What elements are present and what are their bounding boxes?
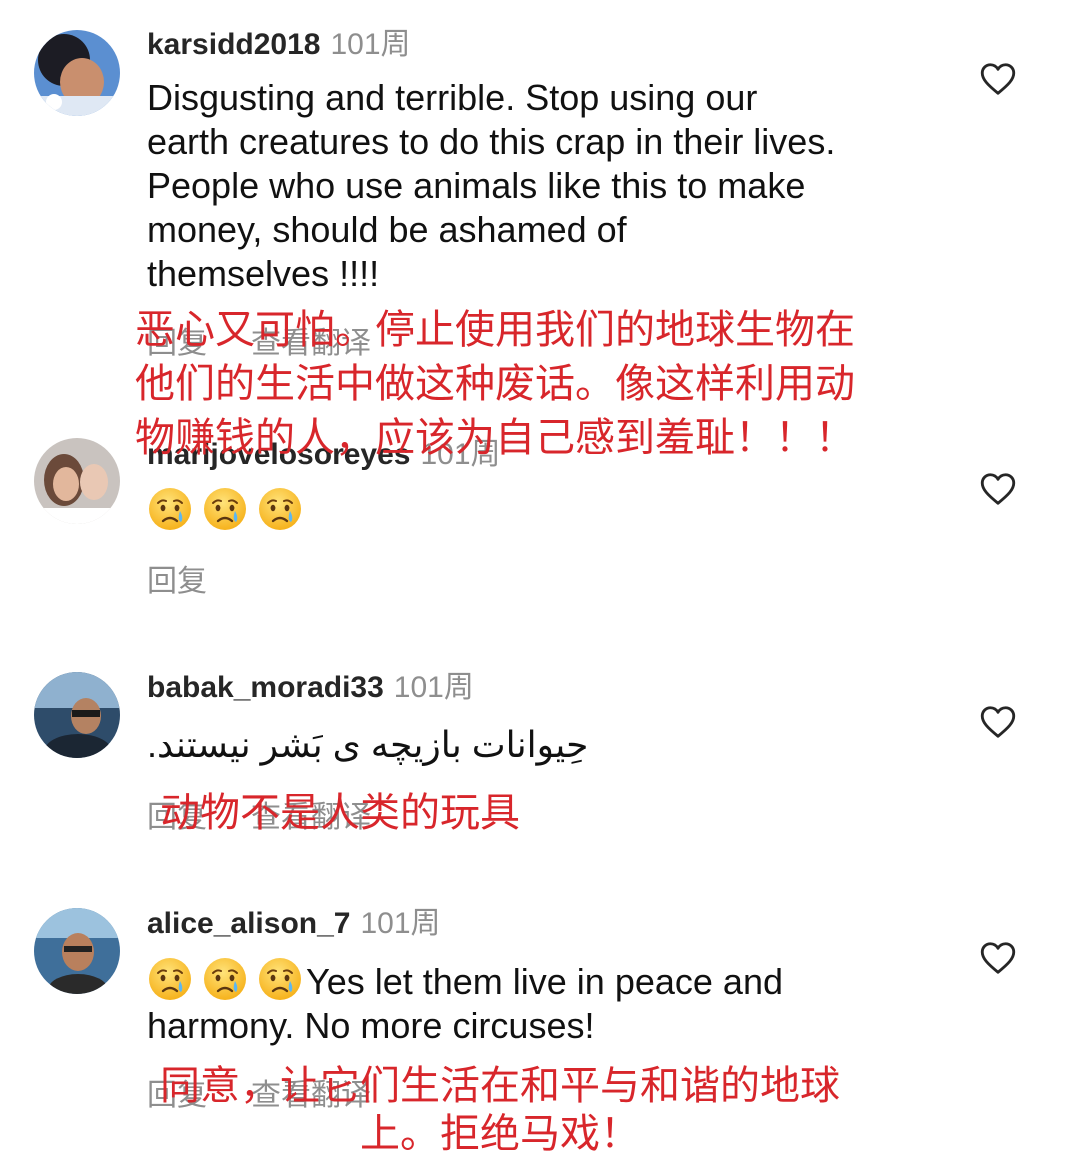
comment-text: Yes let them live in peace and harmony. …	[147, 956, 937, 1048]
username[interactable]: karsidd2018	[147, 28, 320, 61]
crying-face-icon	[257, 956, 303, 1002]
translation-overlay: 同意，让它们生活在和平与和谐的地球 上。拒绝马戏！	[160, 1063, 840, 1157]
username[interactable]: babak_moradi33	[147, 671, 384, 704]
username[interactable]: alice_alison_7	[147, 907, 350, 940]
translation-overlay: 恶心又可怕。停止使用我们的地球生物在 他们的生活中做这种废话。像这样利用动 物赚…	[135, 307, 855, 461]
timestamp: 101周	[360, 907, 441, 940]
heart-icon[interactable]	[980, 62, 1016, 96]
avatar[interactable]	[34, 672, 120, 758]
translation-overlay: 动物不是人类的玩具	[160, 790, 520, 836]
timestamp: 101周	[330, 28, 411, 61]
comment-text	[147, 486, 937, 534]
heart-icon[interactable]	[980, 472, 1016, 506]
comment-text: Disgusting and terrible. Stop using our …	[147, 77, 836, 294]
crying-face-icon	[202, 956, 248, 1002]
heart-icon[interactable]	[980, 941, 1016, 975]
avatar[interactable]	[34, 30, 120, 116]
timestamp: 101周	[393, 671, 474, 704]
crying-face-icon	[257, 486, 303, 532]
heart-icon[interactable]	[980, 705, 1016, 739]
crying-face-icon	[147, 956, 193, 1002]
crying-face-icon	[202, 486, 248, 532]
avatar[interactable]	[34, 438, 120, 524]
crying-face-icon	[147, 486, 193, 532]
reply-button[interactable]: 回复	[147, 565, 207, 598]
comment-text: حِیوانات بازیچه ی بَشر نیستند.	[147, 724, 589, 765]
avatar[interactable]	[34, 908, 120, 994]
